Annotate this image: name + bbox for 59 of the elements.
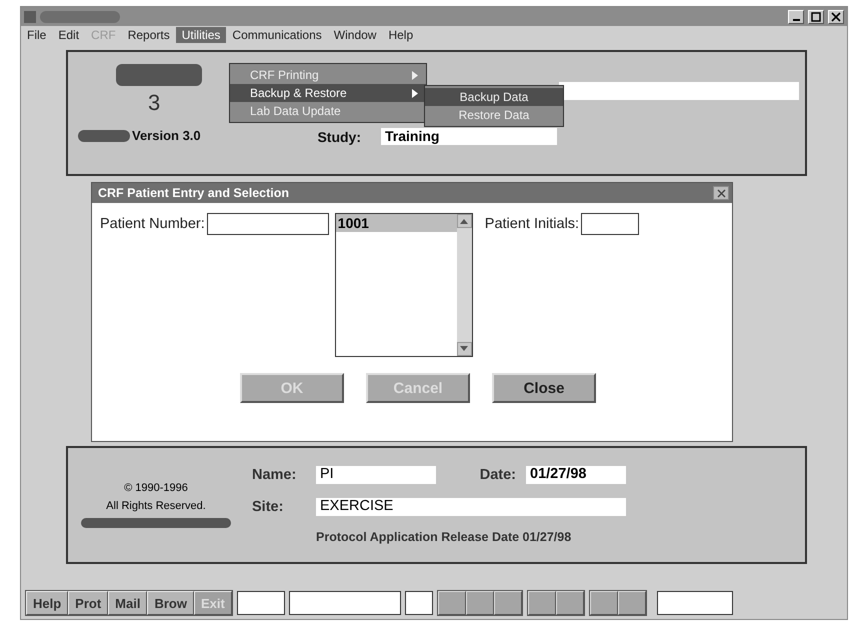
menu-item[interactable]: Communications bbox=[226, 27, 328, 43]
maximize-button[interactable] bbox=[808, 10, 824, 24]
patient-number-label: Patient Number: bbox=[100, 216, 205, 232]
menu-item[interactable]: Backup & Restore bbox=[230, 84, 426, 102]
site-field[interactable]: EXERCISE bbox=[316, 498, 626, 516]
toolbar-button[interactable]: Mail bbox=[108, 591, 148, 615]
close-icon bbox=[716, 188, 726, 198]
release-date-text: Protocol Application Release Date 01/27/98 bbox=[316, 530, 572, 544]
app-icon bbox=[24, 10, 36, 22]
menu-item[interactable]: Reports bbox=[122, 27, 176, 43]
toolbar-button[interactable] bbox=[494, 591, 522, 615]
scroll-down-icon[interactable] bbox=[456, 342, 472, 356]
status-field bbox=[236, 591, 285, 615]
menu-item-label: CRF Printing bbox=[250, 68, 319, 82]
copyright-text: © 1990-1996 bbox=[124, 482, 188, 494]
redaction-bar bbox=[78, 130, 130, 142]
status-field bbox=[404, 591, 433, 615]
menu-item[interactable]: Window bbox=[328, 27, 382, 43]
rights-text: All Rights Reserved. bbox=[106, 500, 206, 512]
maximize-icon bbox=[811, 12, 821, 22]
date-label: Date: bbox=[478, 467, 517, 483]
menu-item[interactable]: Backup Data bbox=[425, 88, 563, 106]
patient-number-field[interactable] bbox=[206, 213, 329, 235]
list-item[interactable]: 1001 bbox=[336, 214, 457, 232]
menu-item-label: Backup & Restore bbox=[250, 86, 347, 100]
toolbar-button[interactable] bbox=[528, 591, 556, 615]
minimize-icon bbox=[792, 18, 800, 20]
toolbar-button[interactable] bbox=[590, 591, 618, 615]
version-label: Version 3.0 bbox=[132, 128, 201, 143]
toolbar-button[interactable]: Brow bbox=[147, 591, 194, 615]
dialog-title: CRF Patient Entry and Selection bbox=[98, 186, 290, 200]
minimize-button[interactable] bbox=[788, 10, 804, 24]
toolbar-button[interactable] bbox=[618, 591, 646, 615]
date-field[interactable]: 01/27/98 bbox=[526, 466, 626, 484]
patient-initials-label: Patient Initials: bbox=[484, 216, 580, 232]
up-arrow-icon bbox=[460, 218, 468, 224]
menu-item[interactable]: Edit bbox=[52, 27, 86, 43]
menu-item[interactable]: Utilities bbox=[176, 27, 226, 43]
scroll-up-icon[interactable] bbox=[456, 214, 472, 228]
toolbar-button[interactable] bbox=[438, 591, 466, 615]
name-label: Name: bbox=[252, 467, 298, 483]
down-arrow-icon bbox=[460, 346, 468, 352]
menu-item-label: Lab Data Update bbox=[250, 104, 341, 118]
dialog-button[interactable]: Close bbox=[492, 373, 596, 403]
toolbar-button[interactable] bbox=[466, 591, 494, 615]
toolbar-button[interactable]: Help bbox=[26, 591, 68, 615]
patient-initials-field[interactable] bbox=[581, 213, 640, 235]
menu-item[interactable]: File bbox=[21, 27, 52, 43]
scrollbar[interactable] bbox=[456, 214, 472, 356]
site-label: Site: bbox=[252, 499, 284, 515]
study-label: Study: bbox=[317, 128, 361, 144]
name-field[interactable]: PI bbox=[316, 466, 436, 484]
close-icon bbox=[831, 12, 841, 22]
study-field[interactable]: Training bbox=[381, 128, 557, 145]
menu-item[interactable]: Help bbox=[382, 27, 420, 43]
toolbar-button[interactable]: Prot bbox=[68, 591, 108, 615]
text-field[interactable] bbox=[559, 82, 799, 100]
toolbar-button[interactable] bbox=[556, 591, 584, 615]
logo-digit: 3 bbox=[148, 90, 160, 116]
